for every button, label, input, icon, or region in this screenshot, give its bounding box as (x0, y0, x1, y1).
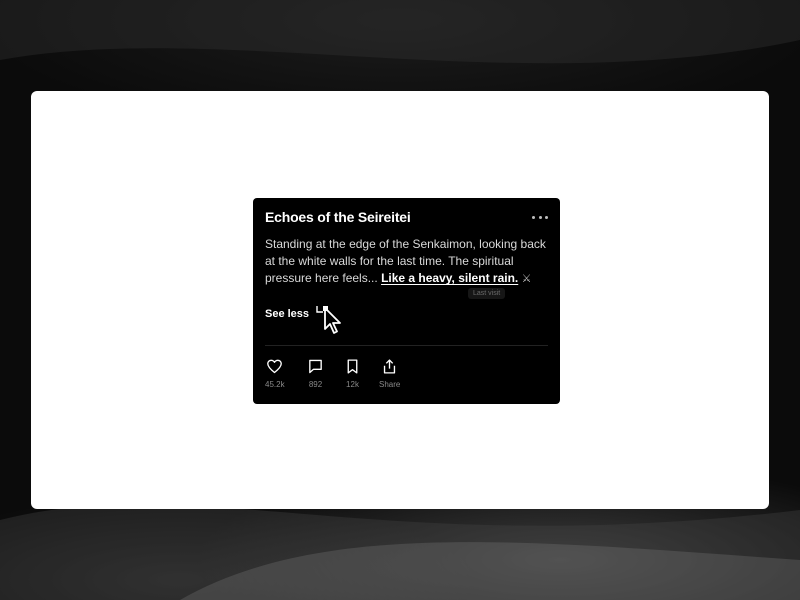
like-count: 45.2k (265, 380, 285, 389)
last-visit-tooltip: Last visit (468, 288, 506, 299)
heart-icon (267, 359, 283, 374)
share-label: Share (379, 380, 401, 389)
see-less-button[interactable]: See less (265, 308, 309, 320)
share-button[interactable]: Share (379, 358, 400, 389)
bookmark-button[interactable]: 12k (344, 358, 361, 389)
more-options-icon[interactable] (532, 210, 548, 224)
comment-button[interactable]: 892 (307, 358, 324, 389)
post-body: Standing at the edge of the Senkaimon, l… (265, 236, 550, 288)
post-card: Echoes of the Seireitei Standing at the … (253, 198, 560, 404)
bookmark-count: 12k (346, 380, 359, 389)
like-button[interactable]: 45.2k (265, 358, 285, 389)
post-title: Echoes of the Seireitei (265, 209, 411, 225)
comment-icon (309, 359, 322, 374)
mouse-cursor-icon (323, 306, 341, 334)
card-divider (265, 345, 548, 346)
share-icon (384, 359, 396, 374)
bookmark-icon (347, 359, 358, 374)
post-body-emphasis: Like a heavy, silent rain. (381, 271, 519, 285)
comment-count: 892 (308, 380, 323, 389)
crossed-swords-icon: ⚔ (521, 273, 532, 285)
